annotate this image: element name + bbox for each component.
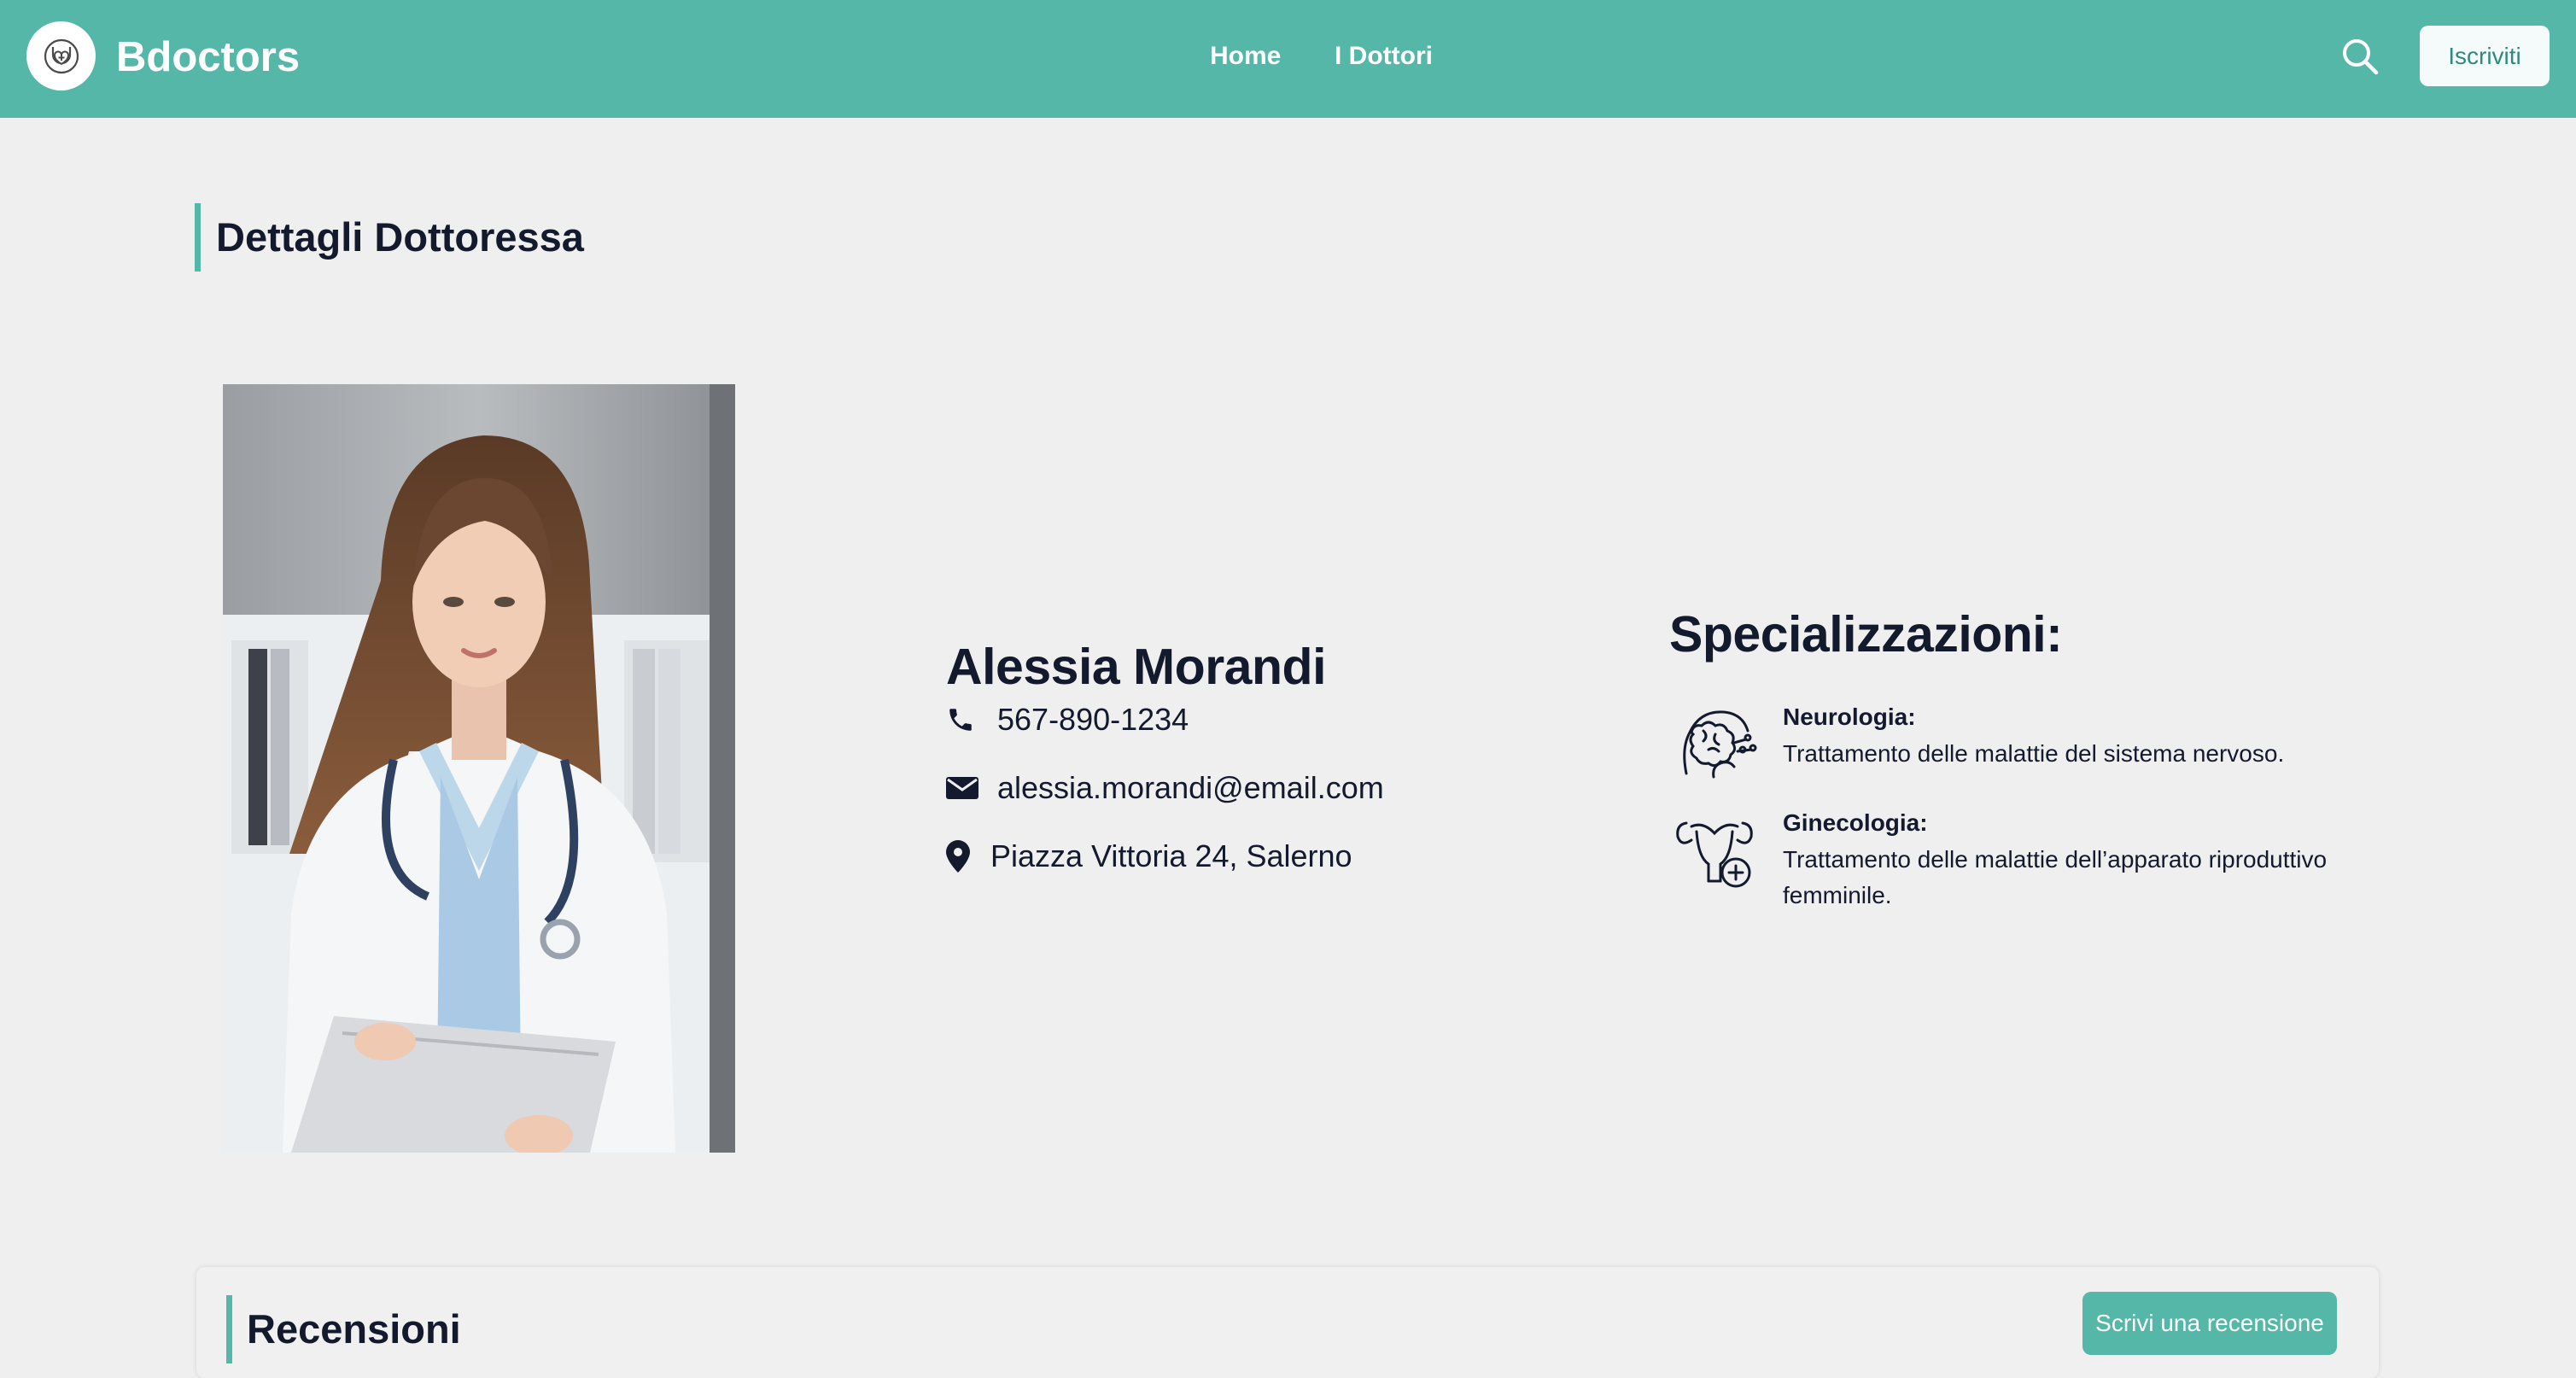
- email-row[interactable]: alessia.morandi@email.com: [946, 768, 1384, 808]
- specialization-name: Neurologia:: [1783, 704, 1916, 730]
- brain-icon: [1669, 700, 1760, 791]
- specialization-item: Ginecologia: Trattamento delle malattie …: [1669, 806, 2438, 925]
- signup-button[interactable]: Iscriviti: [2420, 26, 2550, 86]
- map-marker-icon: [946, 839, 980, 873]
- specializations-heading: Specializzazioni:: [1669, 606, 2063, 663]
- doctor-photo: [223, 384, 735, 1153]
- navbar: Bdoctors Home I Dottori Iscriviti: [0, 0, 2576, 118]
- stethoscope-heart-icon: [44, 38, 79, 73]
- doctor-address[interactable]: Piazza Vittoria 24, Salerno: [990, 837, 1352, 876]
- title-accent-bar: [195, 203, 201, 272]
- nav-link-home[interactable]: Home: [1210, 39, 1281, 73]
- doctor-email[interactable]: alessia.morandi@email.com: [997, 768, 1384, 808]
- brand-logo[interactable]: [26, 21, 96, 91]
- uterus-icon: [1669, 806, 1760, 896]
- specialization-description: Trattamento delle malattie del sistema n…: [1783, 740, 2285, 767]
- address-row[interactable]: Piazza Vittoria 24, Salerno: [946, 837, 1352, 876]
- brand-name[interactable]: Bdoctors: [116, 31, 300, 84]
- specialization-item: Neurologia: Trattamento delle malattie d…: [1669, 700, 2438, 785]
- nav-link-doctors[interactable]: I Dottori: [1335, 39, 1433, 73]
- doctor-name: Alessia Morandi: [946, 639, 1326, 695]
- page-title: Dettagli Dottoressa: [216, 214, 584, 260]
- search-icon: [2343, 39, 2379, 75]
- search-button[interactable]: [2339, 36, 2380, 77]
- phone-row[interactable]: 567-890-1234: [946, 700, 1189, 739]
- reviews-accent-bar: [226, 1295, 232, 1363]
- phone-icon: [946, 703, 980, 737]
- specialization-name: Ginecologia:: [1783, 809, 1928, 836]
- write-review-button[interactable]: Scrivi una recensione: [2082, 1292, 2337, 1355]
- reviews-title: Recensioni: [247, 1306, 461, 1352]
- specialization-description: Trattamento delle malattie dell’apparato…: [1783, 846, 2328, 908]
- envelope-icon: [946, 771, 980, 805]
- doctor-phone[interactable]: 567-890-1234: [997, 700, 1189, 739]
- reviews-card: [196, 1267, 2379, 1378]
